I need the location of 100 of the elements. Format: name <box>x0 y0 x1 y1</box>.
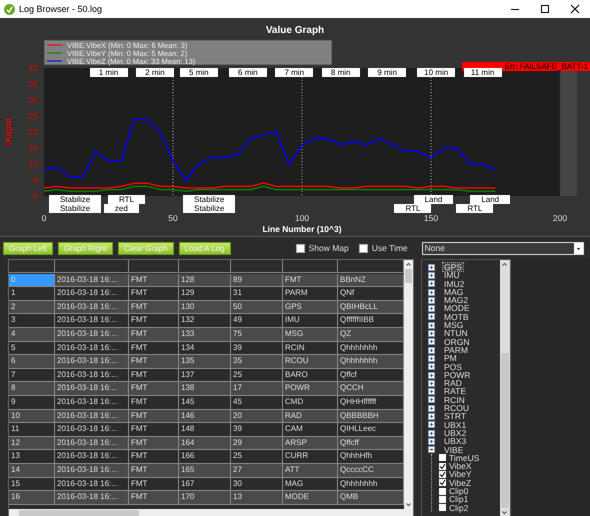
expand-icon[interactable] <box>428 404 435 412</box>
checkbox[interactable] <box>439 496 446 503</box>
expand-icon[interactable] <box>428 438 435 445</box>
expand-icon[interactable] <box>428 272 435 279</box>
collapse-icon[interactable] <box>428 446 435 454</box>
close-icon[interactable] <box>570 4 580 14</box>
expand-icon[interactable] <box>428 338 435 346</box>
vertical-scrollbar[interactable] <box>404 260 413 509</box>
column-header[interactable] <box>231 260 283 273</box>
tree-item[interactable]: ORGN <box>443 338 470 346</box>
expand-icon[interactable] <box>428 380 435 387</box>
expand-icon[interactable] <box>428 296 435 304</box>
scroll-down-icon[interactable] <box>500 508 509 516</box>
tree-item[interactable]: NTUN <box>443 329 469 338</box>
checkbox[interactable] <box>439 471 446 478</box>
table-cell: QhhhHfh <box>338 450 404 464</box>
table-cell: 145 <box>179 396 231 410</box>
tree-item[interactable]: PARM <box>443 346 469 354</box>
maximize-icon[interactable] <box>540 4 550 14</box>
table-cell: 13 <box>9 450 55 464</box>
expand-icon[interactable] <box>428 412 435 420</box>
tree-item[interactable]: PM <box>443 354 458 363</box>
tree-item[interactable]: MODE <box>443 304 470 313</box>
axis-tick-label: 35 <box>28 79 38 89</box>
table-cell: 133 <box>179 328 231 342</box>
column-header[interactable] <box>55 260 129 273</box>
tree-item[interactable]: POS <box>443 362 463 371</box>
tree-item[interactable]: Clip2 <box>448 504 470 512</box>
expand-icon[interactable] <box>428 396 435 404</box>
column-header[interactable] <box>9 260 55 273</box>
column-header[interactable] <box>129 260 179 273</box>
tree-item[interactable]: IMU2 <box>443 280 466 288</box>
tree-item[interactable]: MSG <box>443 321 464 330</box>
column-header[interactable] <box>338 260 404 273</box>
tree-item[interactable]: MAG2 <box>443 296 470 304</box>
checkbox[interactable] <box>439 462 446 470</box>
expand-icon[interactable] <box>428 372 435 378</box>
tree-item[interactable]: MOTB <box>443 312 470 322</box>
tree-item[interactable]: RATE <box>443 387 468 396</box>
checkbox[interactable] <box>439 454 446 462</box>
horizontal-scrollbar[interactable] <box>9 509 413 516</box>
expand-icon[interactable] <box>428 421 435 428</box>
expand-icon[interactable] <box>428 305 435 312</box>
axis-tick-label: 20 <box>28 127 38 137</box>
expand-icon[interactable] <box>428 288 435 296</box>
table-cell: 29 <box>231 436 283 450</box>
tree-item[interactable]: POWR <box>443 370 472 380</box>
expand-icon[interactable] <box>428 280 435 288</box>
tree-item[interactable]: VibeY <box>448 470 473 479</box>
expand-icon[interactable] <box>428 354 435 362</box>
expand-icon[interactable] <box>428 330 435 338</box>
scrollbar-thumb[interactable] <box>405 269 412 283</box>
y-axis-title: Output <box>3 118 13 146</box>
expand-icon[interactable] <box>428 313 435 320</box>
column-header[interactable] <box>283 260 338 273</box>
tree-item[interactable]: Clip0 <box>448 487 470 496</box>
tree-item[interactable]: UBX3 <box>443 437 468 446</box>
expand-icon[interactable] <box>428 346 435 354</box>
expand-icon[interactable] <box>428 322 435 329</box>
table-cell: 2016-03-18 16:... <box>55 274 129 288</box>
expand-icon[interactable] <box>428 264 435 271</box>
tree-item[interactable]: VIBE <box>443 446 464 454</box>
expand-icon[interactable] <box>428 363 435 370</box>
tree-item[interactable]: RAD <box>443 379 463 388</box>
scroll-down-icon[interactable] <box>404 500 413 509</box>
checkbox[interactable] <box>439 488 446 495</box>
expand-icon[interactable] <box>428 430 435 437</box>
axis-tick-label: 10 <box>28 159 38 169</box>
checkbox[interactable] <box>296 244 305 252</box>
checkbox-label[interactable]: Use Time <box>372 243 408 253</box>
mode-label: RTL <box>394 204 432 212</box>
tree-item[interactable]: STRT <box>443 412 468 421</box>
table-cell: MAG <box>283 478 338 492</box>
checkbox[interactable] <box>439 504 446 512</box>
column-header[interactable] <box>179 260 231 273</box>
tree-item[interactable]: RCOU <box>443 404 470 412</box>
vertical-scrollbar[interactable] <box>500 260 510 516</box>
table-cell: 9 <box>9 396 55 410</box>
tree-item[interactable]: GPS <box>443 263 463 272</box>
scrollbar-thumb[interactable] <box>501 353 509 508</box>
tree-item[interactable]: VibeZ <box>448 478 472 488</box>
scrollbar-thumb[interactable] <box>19 510 139 516</box>
tree-item[interactable]: UBX1 <box>443 420 468 429</box>
time-label: 2 min <box>136 68 174 78</box>
checkbox-label[interactable]: Show Map <box>308 243 349 253</box>
tree-item[interactable]: MAG <box>443 288 464 296</box>
tree-item[interactable]: IMU <box>443 271 461 280</box>
dropdown[interactable]: None <box>422 242 584 254</box>
tree-item[interactable]: VibeX <box>448 462 473 470</box>
tree-item[interactable]: TimeUS <box>448 454 480 462</box>
expand-icon[interactable] <box>428 388 435 396</box>
tree-item[interactable]: Clip1 <box>448 495 470 504</box>
checkbox[interactable] <box>358 244 368 252</box>
table-cell: 137 <box>179 368 231 382</box>
checkbox[interactable] <box>439 479 446 486</box>
table-cell: QffffffIIBB <box>338 314 404 328</box>
tree-item[interactable]: UBX2 <box>443 428 468 438</box>
tree-item[interactable]: RCIN <box>443 396 466 404</box>
table-cell: 2016-03-18 16:... <box>55 355 129 369</box>
table-cell: RAD <box>283 410 338 424</box>
